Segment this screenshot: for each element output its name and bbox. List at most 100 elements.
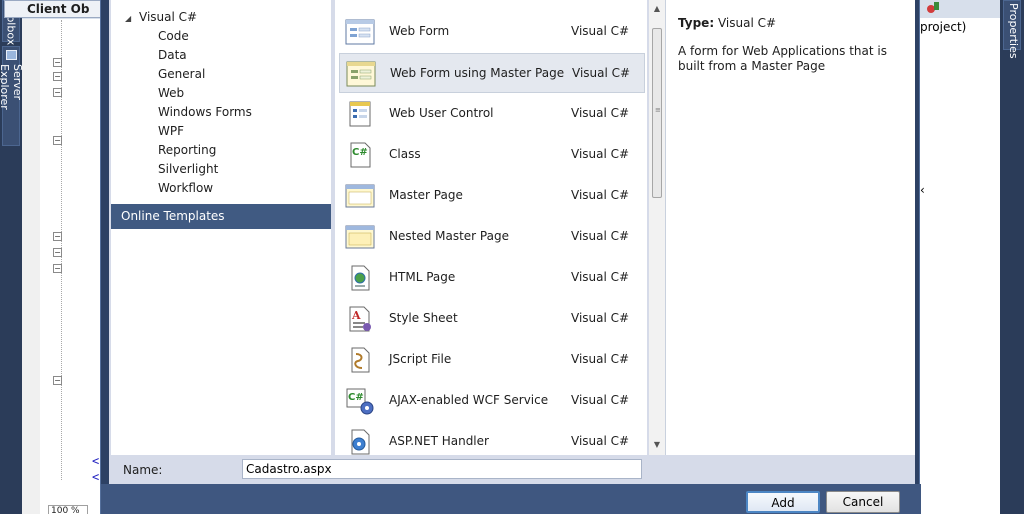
template-row[interactable]: ASP.NET Handler Visual C#: [339, 422, 645, 455]
collapse-icon[interactable]: −: [53, 72, 62, 81]
add-button[interactable]: Add: [746, 491, 820, 513]
name-label: Name:: [123, 463, 163, 477]
template-description: A form for Web Applications that is buil…: [678, 44, 887, 73]
template-name: JScript File: [389, 352, 452, 366]
template-row[interactable]: JScript File Visual C#: [339, 340, 645, 380]
ide-right-dock: Properties: [1000, 0, 1024, 514]
xml-tag-marker: <: [92, 454, 100, 468]
solution-explorer-pane: project) ‹: [920, 0, 1000, 514]
user-control-icon: [349, 101, 371, 127]
properties-tab-label: Properties: [1007, 3, 1020, 59]
template-row[interactable]: HTML Page Visual C#: [339, 258, 645, 298]
dialog-body: ◢ Visual C# Code Data General Web Window…: [109, 0, 915, 455]
project-node-label[interactable]: project): [920, 20, 966, 34]
template-row[interactable]: Web User Control Visual C#: [339, 94, 645, 134]
scroll-thumb[interactable]: ≡: [652, 28, 662, 198]
svg-text:C#: C#: [348, 392, 364, 403]
tree-node-workflow[interactable]: Workflow: [158, 181, 213, 195]
master-page-icon: [345, 184, 375, 208]
template-language: Visual C#: [571, 270, 630, 284]
template-name: AJAX-enabled WCF Service: [389, 393, 549, 407]
ide-left-dock: Toolbox Server Explorer: [0, 0, 24, 514]
name-input[interactable]: [242, 459, 642, 479]
template-language: Visual C#: [571, 311, 630, 325]
template-language: Visual C#: [571, 24, 630, 38]
editor-tab-client-objects[interactable]: Client Ob: [4, 0, 108, 18]
template-language: Visual C#: [571, 434, 630, 448]
xml-tag-marker: <: [92, 470, 100, 484]
template-language: Visual C#: [571, 352, 630, 366]
collapse-icon[interactable]: −: [53, 136, 62, 145]
server-explorer-icon: [5, 50, 17, 61]
tree-node-web[interactable]: Web: [158, 86, 184, 100]
editor-tab-label: Client Ob: [27, 2, 90, 16]
template-row[interactable]: Web Form Visual C#: [339, 12, 645, 52]
wcf-service-icon: C#: [346, 388, 374, 415]
dialog-button-bar: Add Cancel: [101, 484, 921, 514]
installed-templates-tree: ◢ Visual C# Code Data General Web Window…: [111, 0, 331, 455]
html-page-icon: [351, 265, 370, 291]
template-name: Style Sheet: [389, 311, 458, 325]
style-sheet-icon: A: [349, 306, 371, 332]
template-name: Web User Control: [389, 106, 494, 120]
template-language: Visual C#: [571, 106, 630, 120]
template-name: Master Page: [389, 188, 463, 202]
template-language: Visual C#: [571, 229, 630, 243]
collapse-icon[interactable]: −: [53, 232, 62, 241]
jscript-icon: [351, 347, 370, 373]
properties-icon[interactable]: [926, 0, 940, 14]
tree-node-code[interactable]: Code: [158, 29, 189, 43]
collapse-icon[interactable]: −: [53, 88, 62, 97]
name-row: Name:: [109, 455, 915, 484]
web-form-icon: [345, 19, 375, 45]
template-row[interactable]: Master Page Visual C#: [339, 176, 645, 216]
template-type: Type: Visual C#: [678, 16, 903, 30]
scroll-down-icon[interactable]: ▼: [649, 438, 665, 452]
tree-node-general[interactable]: General: [158, 67, 205, 81]
web-form-master-icon: [346, 61, 376, 87]
tree-node-windows-forms[interactable]: Windows Forms: [158, 105, 252, 119]
expanded-triangle-icon[interactable]: ◢: [125, 14, 131, 23]
scroll-up-icon[interactable]: ▲: [649, 2, 665, 16]
properties-tab[interactable]: Properties: [1003, 0, 1021, 59]
template-row[interactable]: A Style Sheet Visual C#: [339, 299, 645, 339]
collapse-icon[interactable]: −: [53, 58, 62, 67]
template-row[interactable]: Nested Master Page Visual C#: [339, 217, 645, 257]
online-templates-item[interactable]: Online Templates: [111, 204, 331, 229]
svg-text:A: A: [351, 309, 361, 322]
add-new-item-dialog: ◢ Visual C# Code Data General Web Window…: [100, 0, 921, 514]
server-explorer-tab-label: Server Explorer: [0, 64, 24, 111]
template-list: Web Form Visual C# Web Form using Master…: [335, 0, 647, 455]
template-language: Visual C#: [571, 147, 630, 161]
template-name: ASP.NET Handler: [389, 434, 489, 448]
expand-chevron-icon[interactable]: ‹: [920, 183, 925, 197]
code-editor[interactable]: − − − − − − − − < < 100 %: [22, 0, 108, 514]
template-language: Visual C#: [571, 393, 630, 407]
template-list-scrollbar[interactable]: ▲ ≡ ▼: [649, 0, 665, 455]
class-icon: C#: [350, 142, 371, 168]
collapse-icon[interactable]: −: [53, 248, 62, 257]
tree-node-visual-csharp[interactable]: Visual C#: [139, 10, 197, 24]
tree-node-reporting[interactable]: Reporting: [158, 143, 216, 157]
type-label: Type:: [678, 16, 715, 30]
template-row[interactable]: C# Class Visual C#: [339, 135, 645, 175]
type-value: Visual C#: [717, 16, 777, 30]
editor-margin: [22, 19, 40, 514]
tree-node-silverlight[interactable]: Silverlight: [158, 162, 218, 176]
template-name: Web Form: [389, 24, 450, 38]
template-name: Class: [389, 147, 421, 161]
server-explorer-tab[interactable]: Server Explorer: [0, 46, 24, 146]
template-row[interactable]: C# AJAX-enabled WCF Service Visual C#: [339, 381, 645, 421]
collapse-icon[interactable]: −: [53, 264, 62, 273]
collapse-icon[interactable]: −: [53, 376, 62, 385]
zoom-level[interactable]: 100 %: [48, 505, 88, 514]
tree-node-data[interactable]: Data: [158, 48, 187, 62]
template-row-selected[interactable]: Web Form using Master Page Visual C#: [339, 53, 645, 93]
nested-master-icon: [345, 225, 375, 249]
grip-icon: ≡: [655, 106, 661, 114]
template-name: Web Form using Master Page: [390, 66, 565, 80]
cancel-button[interactable]: Cancel: [826, 491, 900, 513]
svg-text:C#: C#: [352, 147, 368, 158]
template-language: Visual C#: [571, 188, 630, 202]
tree-node-wpf[interactable]: WPF: [158, 124, 184, 138]
